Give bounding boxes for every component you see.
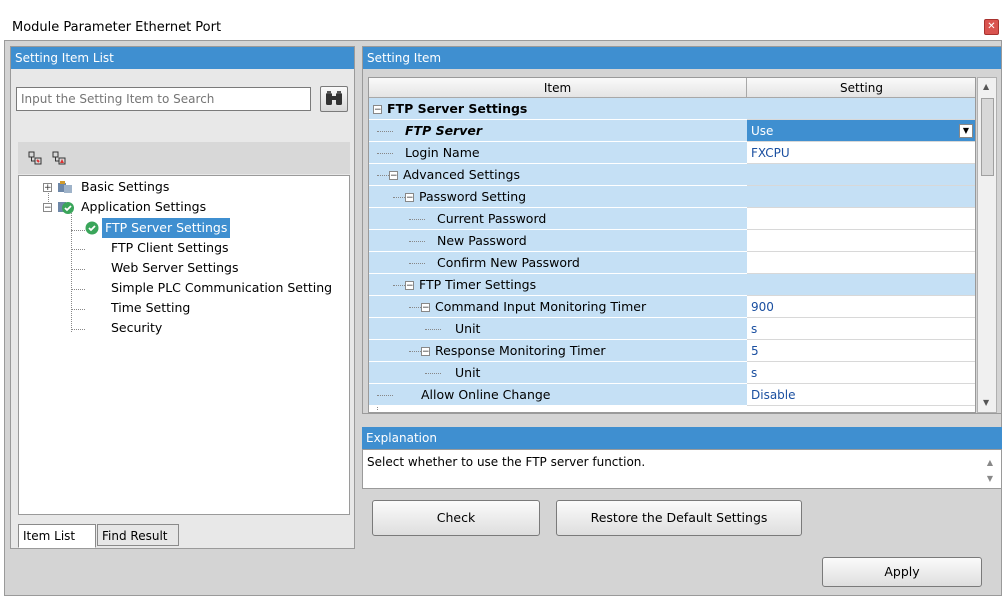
collapse-all-icon[interactable] — [52, 151, 66, 165]
grid-row[interactable]: New Password — [369, 230, 975, 252]
check-icon — [85, 221, 99, 235]
scroll-up-icon[interactable]: ▲ — [987, 458, 993, 467]
ftp-server-select[interactable]: Use ▼ — [747, 120, 975, 142]
setting-tree: + Basic Settings − Application Settings … — [18, 175, 350, 515]
tree-item-web-server-settings[interactable]: Web Server Settings — [111, 258, 238, 278]
tab-find-result[interactable]: Find Result — [97, 524, 179, 546]
tree-item-security[interactable]: Security — [111, 318, 162, 338]
grid-scrollbar[interactable]: ▲ ▼ — [977, 77, 997, 413]
scroll-down-icon[interactable]: ▼ — [983, 398, 989, 407]
close-icon[interactable]: ✕ — [984, 19, 999, 35]
search-input[interactable] — [16, 87, 311, 111]
grid-row[interactable]: Confirm New Password — [369, 252, 975, 274]
check-button[interactable]: Check — [372, 500, 540, 536]
expand-all-icon[interactable] — [28, 151, 42, 165]
check-icon — [57, 200, 74, 214]
explanation-header: Explanation — [362, 427, 1002, 449]
grid-row[interactable]: s Unit — [369, 318, 975, 340]
grid-row[interactable]: 5 − Response Monitoring Timer — [369, 340, 975, 362]
tree-item-time-setting[interactable]: Time Setting — [111, 298, 190, 318]
panel-header: Setting Item — [363, 47, 1001, 69]
grid-row[interactable]: Disable Allow Online Change — [369, 384, 975, 406]
tree-item-ftp-client-settings[interactable]: FTP Client Settings — [111, 238, 229, 258]
binoculars-icon — [326, 91, 342, 105]
search-button[interactable] — [320, 86, 348, 112]
grid-row[interactable]: − FTP Server Settings — [369, 98, 975, 120]
grid-row[interactable]: − Password Setting — [369, 186, 975, 208]
grid-row[interactable]: Current Password — [369, 208, 975, 230]
title-bar: Module Parameter Ethernet Port ✕ — [0, 0, 1002, 42]
scroll-down-icon[interactable]: ▼ — [987, 474, 993, 483]
explanation-text: Select whether to use the FTP server fun… — [362, 449, 1002, 489]
setting-grid: Item Setting − FTP Server Settings Use ▼… — [368, 77, 976, 413]
tree-toolbar — [18, 142, 350, 174]
apply-button[interactable]: Apply — [822, 557, 982, 587]
grid-row[interactable]: Use ▼ FTP Server — [369, 120, 975, 142]
grid-row[interactable]: FXCPU Login Name — [369, 142, 975, 164]
restore-default-button[interactable]: Restore the Default Settings — [556, 500, 802, 536]
column-header-item: Item — [369, 78, 747, 98]
scroll-thumb[interactable] — [981, 98, 994, 176]
folder-icon — [57, 180, 73, 194]
scroll-up-icon[interactable]: ▲ — [983, 82, 989, 91]
chevron-down-icon[interactable]: ▼ — [959, 124, 973, 138]
grid-row[interactable]: s Unit — [369, 362, 975, 384]
tab-item-list[interactable]: Item List — [18, 524, 96, 548]
column-header-setting: Setting — [747, 78, 975, 98]
grid-row[interactable]: − FTP Timer Settings — [369, 274, 975, 296]
grid-row[interactable]: 900 − Command Input Monitoring Timer — [369, 296, 975, 318]
tree-item-simple-plc-communication[interactable]: Simple PLC Communication Setting — [111, 278, 332, 298]
grid-row[interactable]: − Advanced Settings — [369, 164, 975, 186]
panel-header: Setting Item List — [11, 47, 354, 69]
window-title: Module Parameter Ethernet Port — [12, 20, 222, 35]
